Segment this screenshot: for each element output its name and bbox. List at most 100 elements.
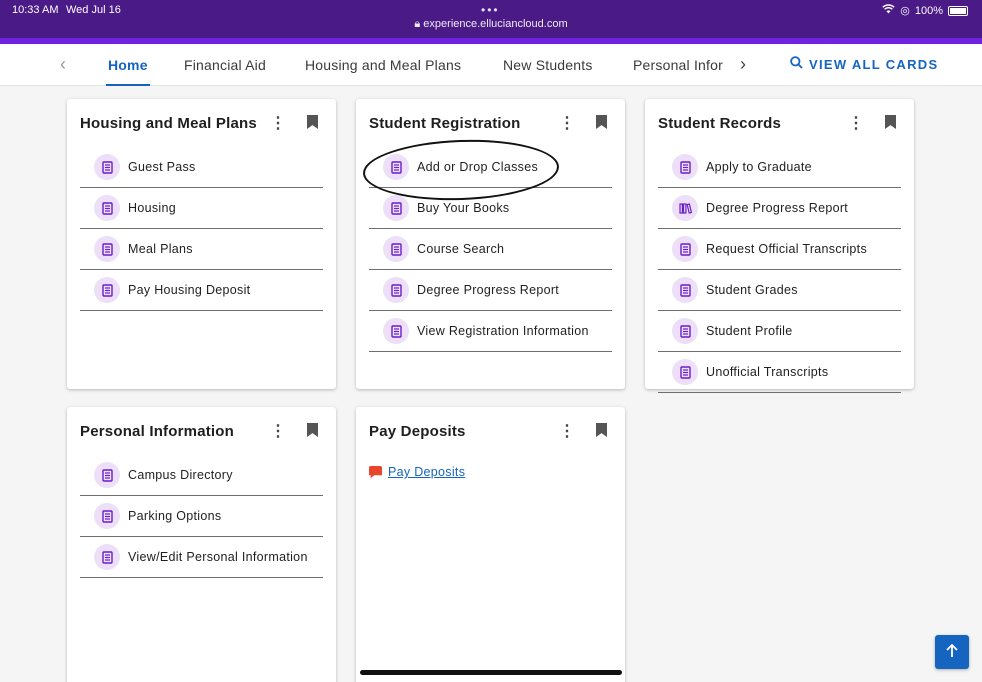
browser-menu-dots-icon[interactable]: ••• bbox=[481, 3, 500, 17]
more-options-icon[interactable]: ⋮ bbox=[270, 421, 286, 441]
library-icon bbox=[672, 195, 698, 221]
status-date: Wed Jul 16 bbox=[66, 4, 121, 16]
card-list-item-label: View Registration Information bbox=[417, 324, 589, 338]
card-list-item-label: Housing bbox=[128, 201, 176, 215]
card-item-list: Add or Drop Classes Buy Your Books Course … bbox=[369, 147, 612, 352]
chat-flag-icon bbox=[369, 465, 382, 479]
book-icon bbox=[94, 503, 120, 529]
card-list-item[interactable]: Parking Options bbox=[80, 496, 323, 537]
card-list-item[interactable]: Course Search bbox=[369, 229, 612, 270]
card-list-item[interactable]: Request Official Transcripts bbox=[658, 229, 901, 270]
card-list-item-label: Unofficial Transcripts bbox=[706, 365, 829, 379]
home-indicator bbox=[360, 670, 622, 675]
card-list-item[interactable]: Apply to Graduate bbox=[658, 147, 901, 188]
card-list-item-label: Parking Options bbox=[128, 509, 222, 523]
battery-percent: 100% bbox=[914, 4, 943, 17]
card-list-item[interactable]: Degree Progress Report bbox=[369, 270, 612, 311]
card-list-item-label: Student Grades bbox=[706, 283, 798, 297]
view-all-cards-label: VIEW ALL CARDS bbox=[809, 56, 939, 72]
card-list-item[interactable]: Guest Pass bbox=[80, 147, 323, 188]
tab-home[interactable]: Home bbox=[106, 57, 150, 86]
more-options-icon[interactable]: ⋮ bbox=[559, 421, 575, 441]
card-title: Personal Information bbox=[80, 423, 235, 440]
card-list-item-label: Student Profile bbox=[706, 324, 793, 338]
card-list-item[interactable]: View/Edit Personal Information bbox=[80, 537, 323, 578]
battery-icon bbox=[948, 5, 968, 16]
card-list-item[interactable]: Housing bbox=[80, 188, 323, 229]
book-icon bbox=[672, 359, 698, 385]
tab-housing-and-meal-plans[interactable]: Housing and Meal Plans bbox=[305, 57, 461, 73]
url-text: experience.elluciancloud.com bbox=[423, 18, 568, 30]
tab-new-students[interactable]: New Students bbox=[503, 57, 593, 73]
more-options-icon[interactable]: ⋮ bbox=[559, 113, 575, 133]
card-list-item[interactable]: View Registration Information bbox=[369, 311, 612, 352]
chevron-left-icon[interactable]: ‹ bbox=[60, 54, 66, 75]
lock-icon: 🔒︎ bbox=[414, 18, 421, 30]
more-options-icon[interactable]: ⋮ bbox=[270, 113, 286, 133]
card-title: Housing and Meal Plans bbox=[80, 115, 257, 132]
card-list-item[interactable]: Buy Your Books bbox=[369, 188, 612, 229]
bookmark-icon[interactable] bbox=[307, 423, 318, 437]
more-options-icon[interactable]: ⋮ bbox=[848, 113, 864, 133]
card-list-item-label: Apply to Graduate bbox=[706, 160, 812, 174]
card-item-list: Campus Directory Parking Options View/Edit… bbox=[80, 455, 323, 578]
card-pay-deposits: Pay Deposits ⋮ Pay Deposits bbox=[356, 407, 625, 682]
tab-strip: Home Financial Aid Housing and Meal Plan… bbox=[80, 44, 730, 86]
card-student-records: Student Records ⋮ Apply to Graduate Degre… bbox=[645, 99, 914, 393]
book-icon bbox=[672, 277, 698, 303]
view-all-cards-button[interactable]: VIEW ALL CARDS bbox=[790, 56, 938, 72]
card-list-item-label: Pay Housing Deposit bbox=[128, 283, 251, 297]
book-icon bbox=[383, 318, 409, 344]
card-list-item-label: Request Official Transcripts bbox=[706, 242, 868, 256]
tab-personal-information[interactable]: Personal Infor bbox=[633, 57, 723, 73]
card-list-item[interactable]: Student Grades bbox=[658, 270, 901, 311]
card-list-item-label: Degree Progress Report bbox=[706, 201, 849, 215]
orientation-lock-icon: ◎ bbox=[900, 5, 910, 17]
card-title: Student Registration bbox=[369, 115, 521, 132]
card-list-item[interactable]: Student Profile bbox=[658, 311, 901, 352]
book-icon bbox=[383, 236, 409, 262]
book-icon bbox=[94, 544, 120, 570]
card-list-item-label: Add or Drop Classes bbox=[417, 160, 539, 174]
bookmark-icon[interactable] bbox=[596, 423, 607, 437]
card-title: Student Records bbox=[658, 115, 782, 132]
bookmark-icon[interactable] bbox=[596, 115, 607, 129]
book-icon bbox=[94, 277, 120, 303]
scroll-to-top-button[interactable] bbox=[935, 635, 969, 669]
book-icon bbox=[94, 154, 120, 180]
chevron-right-icon[interactable]: › bbox=[740, 54, 746, 75]
book-icon bbox=[94, 236, 120, 262]
card-student-registration: Student Registration ⋮ Add or Drop Class… bbox=[356, 99, 625, 389]
card-list-item[interactable]: Unofficial Transcripts bbox=[658, 352, 901, 393]
card-list-item-label: Guest Pass bbox=[128, 160, 196, 174]
card-list-item[interactable]: Add or Drop Classes bbox=[369, 147, 612, 188]
card-list-item[interactable]: Degree Progress Report bbox=[658, 188, 901, 229]
arrow-up-icon bbox=[945, 642, 959, 663]
card-list-item[interactable]: Meal Plans bbox=[80, 229, 323, 270]
card-category-nav: ‹ Home Financial Aid Housing and Meal Pl… bbox=[0, 44, 982, 86]
status-indicators: ◎ 100% bbox=[882, 4, 968, 17]
card-title: Pay Deposits bbox=[369, 423, 466, 440]
book-icon bbox=[672, 236, 698, 262]
book-icon bbox=[383, 195, 409, 221]
status-bar: 10:33 AM Wed Jul 16 ••• 🔒︎ experience.el… bbox=[0, 0, 982, 40]
card-personal-information: Personal Information ⋮ Campus Directory P… bbox=[67, 407, 336, 682]
card-list-item-label: Meal Plans bbox=[128, 242, 193, 256]
card-list-item[interactable]: Pay Housing Deposit bbox=[80, 270, 323, 311]
card-list-item[interactable]: Campus Directory bbox=[80, 455, 323, 496]
card-list-item-label: Degree Progress Report bbox=[417, 283, 560, 297]
book-icon bbox=[94, 195, 120, 221]
bookmark-icon[interactable] bbox=[885, 115, 896, 129]
status-time: 10:33 AM bbox=[12, 4, 59, 16]
book-icon bbox=[672, 318, 698, 344]
tab-financial-aid[interactable]: Financial Aid bbox=[184, 57, 266, 73]
book-icon bbox=[672, 154, 698, 180]
bookmark-icon[interactable] bbox=[307, 115, 318, 129]
card-item-list: Apply to Graduate Degree Progress Report R… bbox=[658, 147, 901, 393]
card-list-item-label: Course Search bbox=[417, 242, 505, 256]
search-icon bbox=[790, 56, 803, 72]
pay-deposits-link[interactable]: Pay Deposits bbox=[369, 465, 465, 479]
card-list-item-label: Buy Your Books bbox=[417, 201, 510, 215]
address-bar[interactable]: 🔒︎ experience.elluciancloud.com bbox=[0, 18, 982, 31]
pay-deposits-link-label: Pay Deposits bbox=[388, 465, 466, 479]
